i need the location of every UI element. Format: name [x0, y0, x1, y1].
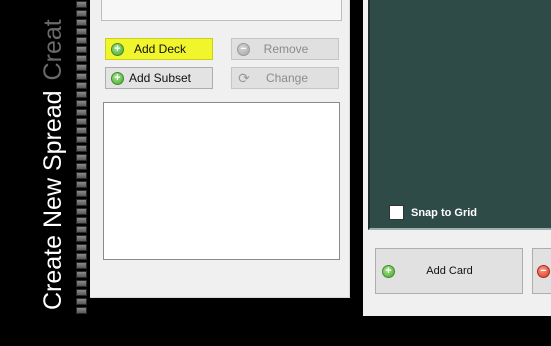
add-subset-label: Add Subset	[128, 71, 192, 85]
film-hole	[76, 280, 87, 287]
film-hole	[76, 217, 87, 224]
refresh-icon: ⟳	[238, 69, 250, 86]
top-list-box	[101, 0, 342, 21]
film-hole	[76, 91, 87, 98]
plus-circle-icon: +	[382, 264, 395, 278]
vertical-title-strip: Create New Spread Creat	[38, 0, 68, 316]
snap-to-grid-option[interactable]: Snap to Grid	[389, 205, 477, 220]
title-create-new-spread: Create New Spread	[39, 90, 67, 310]
card-actions-panel: + Add Card −	[363, 235, 551, 316]
film-hole	[76, 19, 87, 26]
snap-to-grid-label: Snap to Grid	[411, 206, 477, 219]
film-hole	[76, 82, 87, 89]
remove-label: Remove	[263, 42, 309, 56]
add-card-label: Add Card	[426, 265, 473, 277]
film-hole	[76, 244, 87, 251]
change-button[interactable]: ⟳ Change	[231, 67, 339, 89]
film-hole	[76, 10, 87, 17]
film-hole	[76, 100, 87, 107]
film-hole	[76, 109, 87, 116]
film-hole	[76, 145, 87, 152]
film-hole	[76, 118, 87, 125]
remove-card-button[interactable]: −	[532, 248, 551, 294]
plus-circle-icon: +	[111, 42, 124, 56]
film-hole	[76, 271, 87, 278]
film-strip-decoration	[74, 0, 90, 316]
film-hole	[76, 208, 87, 215]
film-hole	[76, 298, 87, 305]
add-card-button[interactable]: + Add Card	[375, 248, 523, 294]
film-hole	[76, 253, 87, 260]
film-hole	[76, 136, 87, 143]
film-hole	[76, 154, 87, 161]
add-deck-label: Add Deck	[133, 42, 187, 56]
spread-preview-container: Snap to Grid	[363, 0, 551, 235]
add-deck-button[interactable]: + Add Deck	[105, 38, 213, 60]
film-hole	[76, 127, 87, 134]
minus-circle-icon: −	[237, 42, 250, 56]
deck-panel: + Add Deck − Remove + Add Subset ⟳ Chang…	[90, 0, 350, 298]
red-minus-circle-icon: −	[537, 264, 550, 278]
film-hole	[76, 289, 87, 296]
vertical-title: Create New Spread Creat	[38, 19, 68, 316]
film-hole	[76, 190, 87, 197]
film-hole	[76, 73, 87, 80]
film-hole	[76, 28, 87, 35]
film-hole	[76, 307, 87, 314]
deck-list-box[interactable]	[103, 102, 340, 260]
remove-button[interactable]: − Remove	[231, 38, 339, 60]
spread-preview-canvas[interactable]: Snap to Grid	[368, 0, 551, 230]
film-hole	[76, 172, 87, 179]
film-hole	[76, 163, 87, 170]
film-hole	[76, 199, 87, 206]
film-hole	[76, 55, 87, 62]
film-hole	[76, 262, 87, 269]
film-hole	[76, 64, 87, 71]
plus-circle-icon: +	[111, 71, 124, 85]
snap-to-grid-checkbox[interactable]	[389, 205, 404, 220]
add-subset-button[interactable]: + Add Subset	[105, 67, 213, 89]
change-label: Change	[265, 71, 309, 85]
title-secondary: Creat	[39, 19, 67, 81]
film-hole	[76, 37, 87, 44]
film-hole	[76, 46, 87, 53]
film-hole	[76, 181, 87, 188]
film-hole	[76, 226, 87, 233]
bottom-bar	[0, 316, 551, 346]
film-hole	[76, 1, 87, 8]
film-hole	[76, 235, 87, 242]
